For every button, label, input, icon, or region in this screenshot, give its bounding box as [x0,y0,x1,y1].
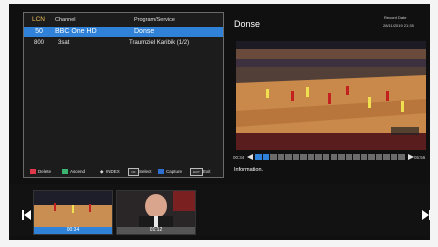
skip-forward-icon[interactable] [422,210,430,220]
capture-hint[interactable]: Capture [166,169,182,174]
thumbnail-time: 01:12 [117,227,195,234]
program-column-header: Program/Service [134,17,175,23]
row-program: Donse [134,28,155,35]
index-icon: ◆ [100,169,104,174]
thumbnail-strip: 00:34 01:12 [9,184,430,236]
thumbnail-time: 00:34 [34,227,112,234]
progress-segment [353,154,360,160]
thumbnail-item[interactable]: 01:12 [116,190,196,235]
progress-segment [368,154,375,160]
list-item-selected[interactable]: 50 BBC One HD Donse [24,27,223,37]
lcn-column-header: LCN [32,16,46,23]
progress-segment [277,154,285,160]
time-end: 05:56 [414,155,426,160]
thumbnail-image [34,191,112,227]
record-date-label: Record Date [384,15,407,20]
delete-hint[interactable]: Delete [38,169,51,174]
program-title: Donse [234,19,261,29]
progress-segment [322,154,330,160]
recording-list-panel: LCN Channel Program/Service 50 BBC One H… [23,12,224,178]
blue-key-icon [158,169,164,174]
progress-segment [375,154,383,160]
progress-segment [338,154,345,160]
row-channel: 3sat [58,40,70,46]
basketball-scene-image [236,41,426,150]
playback-progress-bar[interactable] [255,154,405,160]
exit-hint[interactable]: Exit [203,169,211,174]
progress-segment [285,154,292,160]
record-date-value: 28/11/2019 21:35 [383,23,414,28]
rewind-icon[interactable] [247,154,253,160]
index-hint[interactable]: INDEX [106,169,120,174]
red-key-icon [30,169,36,174]
exit-key-icon: EXIT [190,168,203,176]
row-channel: BBC One HD [55,28,97,35]
information-label: Information. [234,167,264,173]
list-header: LCN Channel Program/Service [24,13,223,27]
progress-segment [383,154,390,160]
thumbnail-image [117,191,195,227]
ok-key-icon: OK [128,168,139,176]
progress-segment [390,154,398,160]
row-lcn: 800 [33,40,44,46]
progress-segment [270,154,277,160]
thumbnail-item-selected[interactable]: 00:34 [33,190,113,235]
ascend-hint[interactable]: Ascend [70,169,85,174]
list-item[interactable]: 800 3sat Traumziel Karibik (1/2) [24,38,223,48]
progress-segment [292,154,300,160]
row-lcn: 50 [35,28,43,35]
tv-screen: LCN Channel Program/Service 50 BBC One H… [9,4,430,240]
progress-segment [262,154,270,160]
row-program: Traumziel Karibik (1/2) [129,40,190,46]
video-preview[interactable] [236,41,426,150]
progress-segment [360,154,368,160]
select-hint[interactable]: Select [139,169,152,174]
time-start: 00:34 [233,155,245,160]
progress-segment [307,154,315,160]
green-key-icon [62,169,68,174]
skip-back-icon[interactable] [22,210,31,220]
progress-segment [398,154,405,160]
key-legend: Delete Ascend ◆ INDEX OK Select Capture … [30,168,220,177]
progress-segment [300,154,307,160]
progress-segment [345,154,353,160]
progress-segment [315,154,322,160]
progress-segment [330,154,338,160]
channel-column-header: Channel [55,17,76,23]
progress-segment [255,154,262,160]
